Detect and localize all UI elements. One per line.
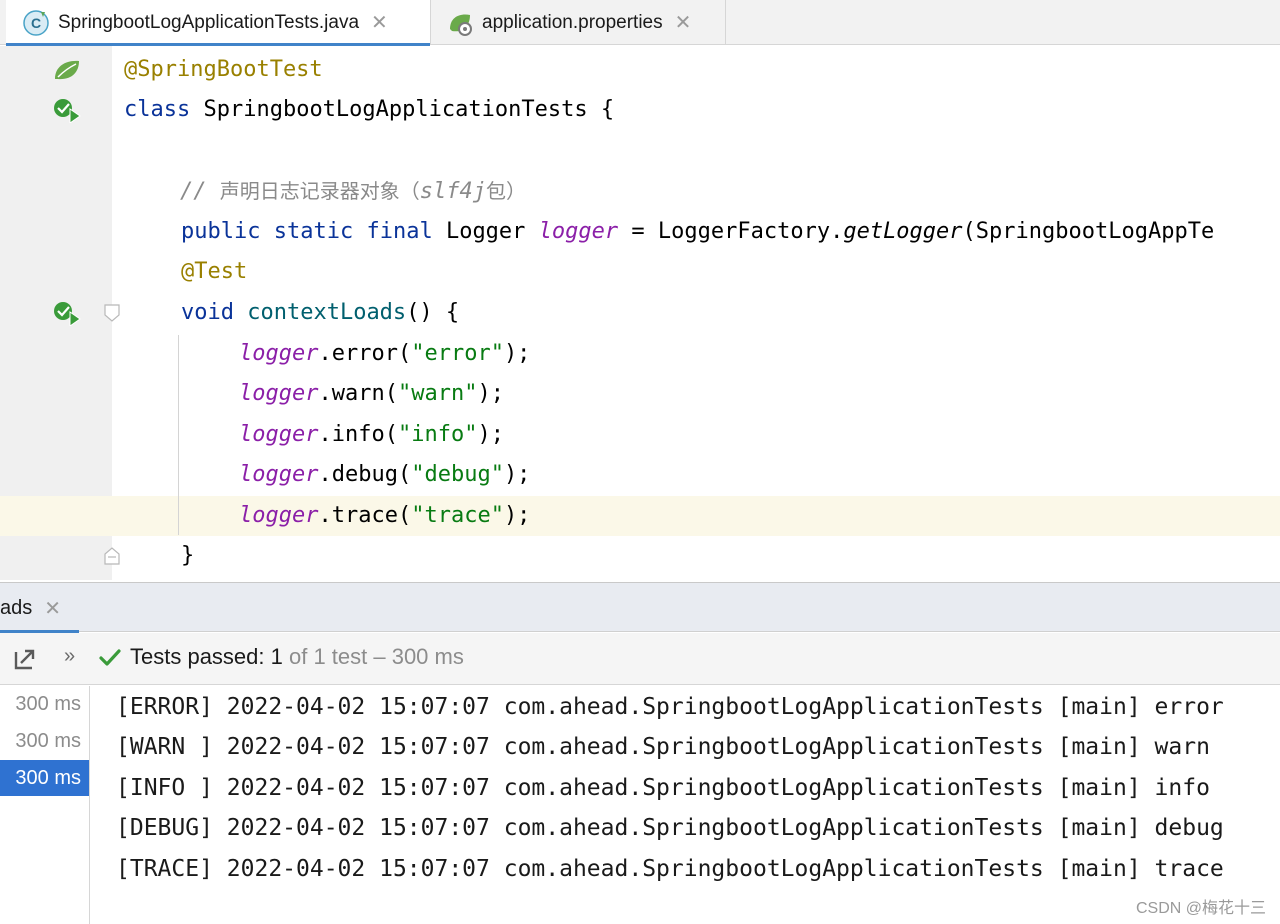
keyword-class: class: [124, 97, 191, 122]
log-line-error: [ERROR] 2022-04-02 15:07:07 com.ahead.Sp…: [116, 694, 1224, 720]
code-editor[interactable]: 9 @SpringBootTest 10 class SpringbootLog…: [0, 46, 1280, 580]
more-actions-icon[interactable]: »: [64, 645, 75, 668]
tab-application-properties[interactable]: application.properties ✕: [432, 0, 726, 45]
run-test-passed-icon[interactable]: [52, 97, 82, 123]
test-tree-item[interactable]: 300 ms: [0, 723, 89, 759]
code-line[interactable]: 12 // 声明日志记录器对象（slf4j包）: [0, 171, 1280, 283]
check-icon: [99, 649, 121, 666]
indent-guide: [178, 335, 179, 535]
annotation-test: @Test: [181, 259, 248, 284]
code-line[interactable]: 18 logger.info("info");: [0, 415, 1280, 527]
code-line[interactable]: 17 logger.warn("warn");: [0, 374, 1280, 486]
watermark: CSDN @梅花十三: [1135, 900, 1266, 917]
comment: // 声明日志记录器对象（slf4j包）: [180, 179, 526, 204]
field-logger: logger: [538, 219, 619, 244]
log-line-debug: [DEBUG] 2022-04-02 15:07:07 com.ahead.Sp…: [116, 815, 1224, 841]
test-status-detail: of 1 test – 300 ms: [282, 644, 464, 669]
console-output[interactable]: [ERROR] 2022-04-02 15:07:07 com.ahead.Sp…: [91, 686, 1280, 924]
editor-tab-bar: C SpringbootLogApplicationTests.java ✕ a…: [0, 0, 1280, 46]
spring-properties-icon: [450, 14, 472, 36]
svg-text:C: C: [31, 15, 41, 31]
tab-label: SpringbootLogApplicationTests.java: [58, 11, 360, 33]
code-line[interactable]: 10 class SpringbootLogApplicationTests {: [0, 90, 1280, 202]
code-line[interactable]: 11: [0, 131, 1280, 243]
annotation-springboottest: @SpringBootTest: [124, 57, 323, 82]
tab-label: application.properties: [482, 11, 663, 33]
test-status: Tests passed: 1 of 1 test – 300 ms: [130, 644, 464, 670]
test-results-tree[interactable]: 300 ms 300 ms 300 ms: [0, 686, 90, 924]
test-tree-item-selected[interactable]: 300 ms: [0, 760, 89, 796]
test-tree-item[interactable]: 300 ms: [0, 686, 89, 722]
close-icon[interactable]: ✕: [675, 13, 692, 33]
code-line[interactable]: 21 }: [0, 536, 1280, 576]
fold-collapse-icon[interactable]: [103, 303, 121, 323]
run-tab-contextloads[interactable]: ads ✕: [0, 583, 79, 634]
run-test-passed-icon[interactable]: [52, 300, 82, 326]
log-line-info: [INFO ] 2022-04-02 15:07:07 com.ahead.Sp…: [116, 775, 1210, 801]
method-contextloads: contextLoads: [247, 300, 407, 325]
run-toolbar: » Tests passed: 1 of 1 test – 300 ms: [0, 633, 1280, 685]
code-line[interactable]: 13 public static final Logger logger = L…: [0, 212, 1280, 324]
log-line-trace: [TRACE] 2022-04-02 15:07:07 com.ahead.Sp…: [116, 856, 1224, 882]
close-icon[interactable]: ✕: [44, 596, 61, 621]
java-class-icon: C: [23, 9, 49, 36]
code-line[interactable]: 14 @Test: [0, 252, 1280, 364]
code-line[interactable]: 16 logger.error("error");: [0, 334, 1280, 446]
test-status-passed: Tests passed: 1: [130, 644, 283, 669]
code-line-current[interactable]: 20 logger.trace("trace");: [0, 496, 1280, 536]
close-icon[interactable]: ✕: [371, 13, 388, 33]
code-line[interactable]: 15 void contextLoads() {: [0, 293, 1280, 405]
run-tool-window-header: ads ✕: [0, 582, 1280, 634]
spring-bean-icon[interactable]: [52, 57, 82, 83]
fold-end-icon[interactable]: [103, 546, 121, 566]
class-declaration: SpringbootLogApplicationTests {: [190, 97, 615, 122]
log-line-warn: [WARN ] 2022-04-02 15:07:07 com.ahead.Sp…: [116, 734, 1210, 760]
tab-springbootlogapplicationtests[interactable]: C SpringbootLogApplicationTests.java ✕: [6, 0, 431, 46]
code-line[interactable]: 9 @SpringBootTest: [0, 50, 1280, 162]
code-line[interactable]: 19 logger.debug("debug");: [0, 455, 1280, 567]
restore-layout-icon[interactable]: [12, 646, 38, 672]
run-tab-label: ads: [0, 596, 33, 619]
